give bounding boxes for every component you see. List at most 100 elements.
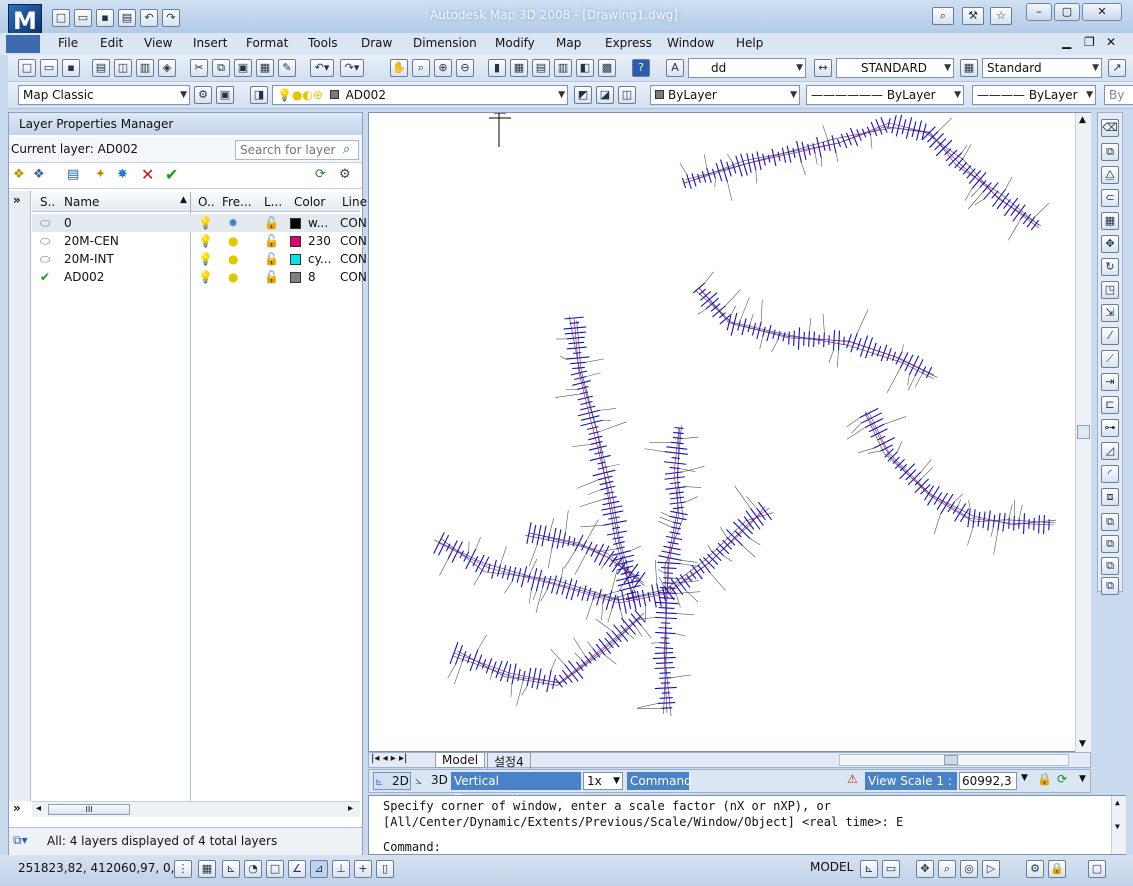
new-property-filter-icon[interactable]: ❖ — [13, 167, 25, 182]
draworder-back-icon[interactable]: ⧉ — [1101, 535, 1119, 553]
bulb-on-icon[interactable]: 💡 — [198, 268, 213, 286]
pan-icon[interactable]: ✋ — [390, 59, 408, 77]
close-button[interactable]: ✕ — [1082, 3, 1122, 21]
plotstyle-select[interactable]: By — [1104, 85, 1133, 105]
toolbar-lock-icon[interactable]: 🔒 — [1048, 860, 1066, 878]
linetype-name[interactable]: CON — [340, 214, 367, 232]
menu-express[interactable]: Express — [605, 36, 652, 50]
explode-icon[interactable]: ⧈ — [1101, 488, 1119, 506]
lineweight-select[interactable]: ———— ByLayer ▼ — [972, 85, 1096, 105]
cut-icon[interactable]: ✂ — [190, 59, 208, 77]
qnew-icon[interactable]: □ — [18, 59, 36, 77]
redo-tool-icon[interactable]: ↷▾ — [340, 59, 364, 77]
make-current-icon[interactable]: ◩ — [574, 86, 592, 104]
menu-edit[interactable]: Edit — [100, 36, 123, 50]
col-status[interactable]: S.. — [40, 195, 55, 209]
linetype-name[interactable]: CON — [340, 250, 367, 268]
zoom-previous-icon[interactable]: ⊖ — [456, 59, 474, 77]
status-menu-icon[interactable]: ▼ — [1079, 774, 1086, 784]
undo-icon[interactable]: ↶ — [140, 9, 158, 27]
dyn-icon[interactable]: ⊥ — [332, 860, 350, 878]
view-scale-dropdown-icon[interactable]: ▼ — [1021, 773, 1028, 783]
tool-palettes-icon[interactable]: ▤ — [532, 59, 550, 77]
command-prompt[interactable]: Command: — [383, 840, 441, 854]
thaw-icon[interactable]: ✸ — [228, 214, 238, 232]
scroll-down-icon[interactable]: ▼ — [1115, 822, 1120, 831]
model-space-toggle[interactable]: MODEL — [810, 860, 853, 874]
table-style-select[interactable]: Standard ▼ — [982, 58, 1102, 78]
scroll-thumb[interactable]: III — [48, 804, 130, 815]
multileader-icon[interactable]: ↗ — [1108, 59, 1126, 77]
lwt-icon[interactable]: + — [354, 860, 372, 878]
lock-icon[interactable]: 🔒 — [1037, 772, 1052, 786]
col-lock[interactable]: L... — [264, 195, 282, 209]
menu-draw[interactable]: Draw — [361, 36, 392, 50]
search-layer-input[interactable] — [235, 140, 359, 160]
array-icon[interactable]: ▦ — [1101, 212, 1119, 230]
help-icon[interactable]: ? — [632, 59, 650, 77]
scroll-up-icon[interactable]: ▲ — [1115, 798, 1120, 807]
canvas-hscroll[interactable] — [839, 754, 1069, 766]
print-icon[interactable]: ▤ — [118, 9, 136, 27]
paste-block-icon[interactable]: ▦ — [256, 59, 274, 77]
layout-icon[interactable]: ▭ — [882, 860, 900, 878]
osnap-icon[interactable]: □ — [266, 860, 284, 878]
vscroll-thumb[interactable] — [1077, 425, 1090, 439]
undo-tool-icon[interactable]: ↶▾ — [310, 59, 334, 77]
favorites-icon[interactable]: ☆ — [990, 7, 1012, 25]
clean-screen-icon[interactable]: ▢ — [1088, 860, 1106, 878]
linetype-name[interactable]: CON — [340, 232, 367, 250]
color-swatch[interactable] — [290, 218, 301, 229]
doc-close-icon[interactable]: ✕ — [1106, 35, 1116, 49]
menu-insert[interactable]: Insert — [193, 36, 227, 50]
col-linetype[interactable]: Line — [342, 195, 367, 209]
color-select[interactable]: ByLayer ▼ — [650, 85, 800, 105]
search-icon[interactable]: ⌕ — [343, 142, 350, 157]
match-properties-icon[interactable]: ✎ — [278, 59, 296, 77]
text-style-icon[interactable]: A — [666, 59, 684, 77]
workspace-switch-icon[interactable]: ⚙ — [1026, 860, 1044, 878]
cursor-coordinates[interactable]: 251823,82, 412060,97, 0,00 — [18, 861, 190, 875]
copy-object-icon[interactable]: ⧉ — [1101, 143, 1119, 161]
new-group-filter-icon[interactable]: ❖ — [33, 167, 45, 182]
new-layer-vp-frozen-icon[interactable]: ✸ — [117, 167, 128, 182]
col-color[interactable]: Color — [294, 195, 325, 209]
3d-dwf-icon[interactable]: ◈ — [158, 59, 176, 77]
minimize-button[interactable]: – — [1026, 3, 1052, 21]
scroll-down-icon[interactable]: ▼ — [1079, 739, 1086, 749]
dim-style-select[interactable]: STANDARD ▼ — [836, 58, 954, 78]
unlock-icon[interactable]: 🔓 — [264, 250, 279, 268]
layer-row[interactable]: ✔ AD002 💡 ● 🔓 8 CON — [32, 268, 367, 286]
bulb-on-icon[interactable]: 💡 — [198, 232, 213, 250]
bulb-on-icon[interactable]: 💡 — [198, 214, 213, 232]
paste-icon[interactable]: ▣ — [234, 59, 252, 77]
ortho-icon[interactable]: ⊾ — [222, 860, 240, 878]
unlock-icon[interactable]: 🔓 — [264, 268, 279, 286]
drawing-canvas[interactable]: ▲ ▼ — [368, 112, 1091, 753]
color-swatch[interactable] — [290, 254, 301, 265]
thaw-sun-icon[interactable]: ● — [228, 250, 238, 268]
scroll-left-icon[interactable]: ◂ — [36, 803, 41, 814]
doc-minimize-icon[interactable]: ▁ — [1062, 35, 1071, 49]
sheet-set-icon[interactable]: ▥ — [554, 59, 572, 77]
zoom-status-icon[interactable]: ⌕ — [938, 860, 956, 878]
properties-icon[interactable]: ▮ — [488, 59, 506, 77]
tab-model[interactable]: Model — [435, 752, 486, 768]
sync-icon[interactable]: ⟳ — [1057, 772, 1067, 786]
open-file-icon[interactable]: ▭ — [40, 59, 58, 77]
trim-icon[interactable]: ⁄ — [1101, 327, 1119, 345]
new-layer-icon[interactable]: ✦ — [95, 167, 106, 182]
fillet-icon[interactable]: ◜ — [1101, 465, 1119, 483]
draworder-front-icon[interactable]: ⧉ — [1101, 513, 1119, 531]
unlock-icon[interactable]: 🔓 — [264, 214, 279, 232]
chamfer-icon[interactable]: ◿ — [1101, 442, 1119, 460]
refresh-icon[interactable]: ⟳ — [315, 167, 326, 182]
scroll-right-icon[interactable]: ▸ — [348, 803, 353, 814]
erase-icon[interactable]: ⌫ — [1101, 119, 1119, 137]
workspace-settings-icon[interactable]: ⚙ — [194, 86, 212, 104]
workspace-select[interactable]: Map Classic ▼ — [18, 85, 190, 105]
set-current-icon[interactable]: ✔ — [165, 165, 178, 184]
view-3d-button[interactable]: ⦣ 3D — [413, 772, 449, 790]
steering-wheel-icon[interactable]: ◎ — [960, 860, 978, 878]
dim-style-icon[interactable]: ↔ — [814, 59, 832, 77]
